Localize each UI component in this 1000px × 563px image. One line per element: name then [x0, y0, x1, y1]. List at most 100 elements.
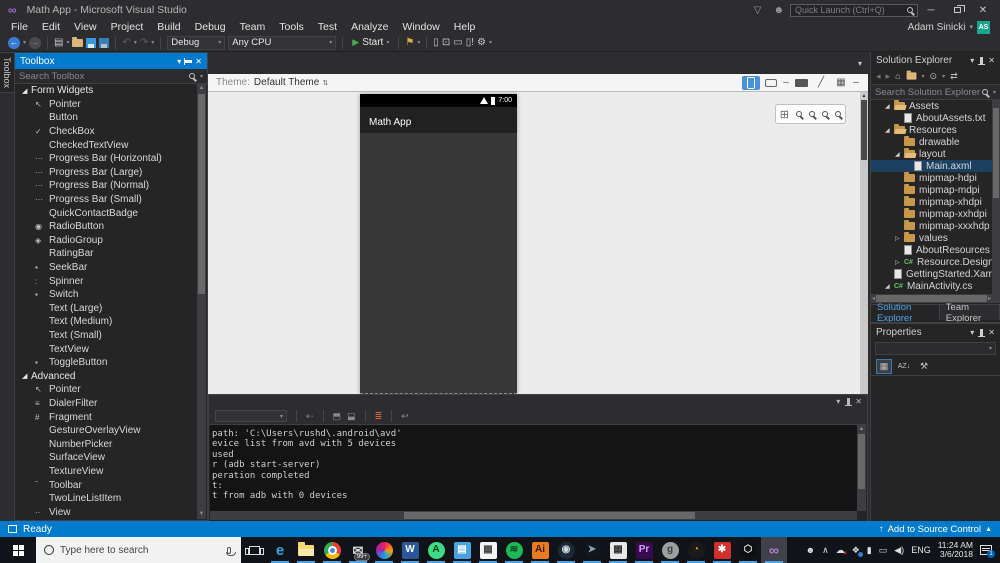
menu-edit[interactable]: Edit	[35, 21, 67, 33]
expander-icon[interactable]: ▷	[895, 235, 904, 242]
scrollbar-thumb[interactable]	[198, 94, 205, 294]
toolbox-item[interactable]: #Fragment	[16, 410, 197, 424]
output-horizontal-scrollbar[interactable]	[210, 511, 857, 520]
properties-title-bar[interactable]: Properties ▾ ✕	[871, 324, 1000, 340]
toolbox-item[interactable]: RatingBar	[16, 247, 197, 261]
theme-select[interactable]: Default Theme	[254, 77, 319, 88]
home-icon[interactable]: ⌂	[895, 71, 900, 81]
tree-item[interactable]: mipmap-xxxhdp	[871, 220, 992, 232]
toolbox-item[interactable]: Button	[16, 111, 197, 125]
solution-configuration-select[interactable]: Debug▾	[167, 36, 225, 50]
toolbox-item[interactable]: ···Progress Bar (Large)	[16, 166, 197, 180]
toolbox-item[interactable]: :Spinner	[16, 274, 197, 288]
taskbar-app-spotify[interactable]: ≋	[501, 537, 527, 563]
taskbar-app-paint-3d[interactable]	[371, 537, 397, 563]
start-button[interactable]	[0, 537, 36, 563]
window-position-icon[interactable]: ▾	[177, 57, 181, 66]
toolbox-item[interactable]: SurfaceView	[16, 451, 197, 465]
open-file-button[interactable]	[72, 39, 83, 47]
output-title-bar[interactable]: ▾ ✕	[209, 395, 867, 408]
scroll-left-icon[interactable]: ◂	[872, 295, 875, 302]
expander-icon[interactable]: ◢	[885, 127, 894, 134]
solution-explorer-title-bar[interactable]: Solution Explorer ▾ ✕	[871, 52, 1000, 68]
zoom-in-button[interactable]	[822, 111, 828, 117]
toolbox-item[interactable]: ✓CheckBox	[16, 125, 197, 139]
menu-view[interactable]: View	[67, 21, 104, 33]
previous-message-icon[interactable]: ⬒	[333, 411, 342, 422]
add-to-source-control-button[interactable]: ↑ Add to Source Control ▲	[879, 524, 992, 535]
toolbox-item[interactable]: ↖Pointer	[16, 383, 197, 397]
zoom-100-button[interactable]	[796, 111, 802, 117]
tree-item[interactable]: ◢Resources	[871, 124, 992, 136]
onedrive-icon[interactable]: ☁✕	[836, 546, 845, 555]
expander-icon[interactable]: ▷	[895, 259, 904, 266]
task-view-button[interactable]	[241, 537, 267, 563]
close-icon[interactable]: ✕	[195, 57, 202, 66]
tree-item[interactable]: mipmap-mdpi	[871, 184, 992, 196]
taskbar-app-calculator[interactable]: ▦	[605, 537, 631, 563]
toolbox-item[interactable]: Text (Large)	[16, 302, 197, 316]
toolbox-scrollbar[interactable]: ▲ ▼	[197, 84, 206, 519]
tree-item[interactable]: AboutAssets.txt	[871, 112, 992, 124]
toolbox-item[interactable]: ‾Toolbar	[16, 478, 197, 492]
solution-explorer-search-input[interactable]: Search Solution Explorer (Ct ▾	[871, 85, 1000, 100]
close-icon[interactable]: ✕	[988, 328, 995, 337]
undo-button[interactable]: ↶	[122, 38, 130, 48]
taskbar-app-red-app[interactable]: ✱	[709, 537, 735, 563]
toolbox-search-input[interactable]: Search Toolbox ▾	[15, 69, 207, 84]
device-manager-icon[interactable]: ▯	[433, 38, 439, 48]
scrollbar-thumb[interactable]	[858, 434, 865, 489]
pending-changes-filter-icon[interactable]: ⊙	[930, 71, 938, 82]
device-log-icon[interactable]: ▯!	[466, 38, 474, 48]
menu-build[interactable]: Build	[150, 21, 187, 33]
taskbar-clock[interactable]: 11:24 AM 3/6/2018	[938, 541, 973, 559]
word-wrap-icon[interactable]: ↩	[401, 411, 409, 422]
zoom-out-button[interactable]	[835, 111, 841, 117]
toolbox-group-header[interactable]: ◢Form Widgets	[16, 84, 197, 98]
sync-with-active-document-icon[interactable]: ⇄	[950, 71, 958, 82]
scrollbar-thumb[interactable]	[404, 512, 695, 519]
categorized-view-icon[interactable]: ▦	[876, 359, 892, 374]
restore-button[interactable]	[944, 1, 970, 19]
filter-icon[interactable]: ▽	[754, 5, 762, 16]
pin-icon[interactable]	[185, 60, 192, 63]
switch-views-dropdown-icon[interactable]: ▾	[922, 73, 925, 80]
taskbar-app-premiere[interactable]: Pr	[631, 537, 657, 563]
toolbox-item[interactable]: ▪Switch	[16, 288, 197, 302]
pin-icon[interactable]	[980, 57, 983, 64]
tree-item[interactable]: GettingStarted.Xam	[871, 268, 992, 280]
screenshot-icon[interactable]: ▭	[453, 38, 462, 48]
taskbar-app-edge[interactable]: e	[267, 537, 293, 563]
back-dropdown-icon[interactable]: ▾	[23, 39, 26, 46]
language-indicator[interactable]: ENG	[911, 545, 931, 555]
redo-button[interactable]: ↷	[140, 38, 148, 48]
taskbar-app-notes-app[interactable]: ▤	[449, 537, 475, 563]
orientation-dropdown-icon[interactable]: –	[782, 76, 790, 90]
toolbox-item[interactable]: ···Progress Bar (Normal)	[16, 179, 197, 193]
taskbar-search-input[interactable]: Type here to search	[36, 537, 241, 563]
properties-object-select[interactable]: ▾	[875, 342, 996, 355]
scroll-up-icon[interactable]: ▲	[860, 92, 868, 100]
tab-list-dropdown-icon[interactable]: ▾	[858, 59, 862, 68]
taskbar-app-bird-app[interactable]: ➤	[579, 537, 605, 563]
tree-item[interactable]: ▷C#Resource.Design	[871, 256, 992, 268]
start-debug-button[interactable]: ▶ Start ▾	[349, 37, 392, 48]
toolbox-title-bar[interactable]: Toolbox ▾ ✕	[15, 53, 207, 69]
tree-item[interactable]: Main.axml	[871, 160, 992, 172]
taskbar-app-steam[interactable]: ◉	[553, 537, 579, 563]
minimize-button[interactable]: ─	[918, 1, 944, 19]
alphabetical-sort-icon[interactable]: AZ↓	[896, 359, 912, 374]
menu-file[interactable]: File	[4, 21, 35, 33]
toolbox-item[interactable]: TwoLineListItem	[16, 492, 197, 506]
switch-views-icon[interactable]	[906, 72, 916, 79]
app-status-icon[interactable]: ❖	[852, 546, 860, 555]
taskbar-app-file-explorer[interactable]	[293, 537, 319, 563]
people-icon[interactable]: ☻	[806, 546, 815, 555]
output-vertical-scrollbar[interactable]: ▲	[857, 425, 866, 511]
landscape-mode-button[interactable]	[762, 76, 780, 90]
fit-to-window-button[interactable]: ⊞	[780, 108, 789, 121]
menu-debug[interactable]: Debug	[188, 21, 233, 33]
pin-icon[interactable]	[847, 398, 850, 405]
menu-test[interactable]: Test	[311, 21, 344, 33]
toolbox-item[interactable]: Text (Medium)	[16, 315, 197, 329]
